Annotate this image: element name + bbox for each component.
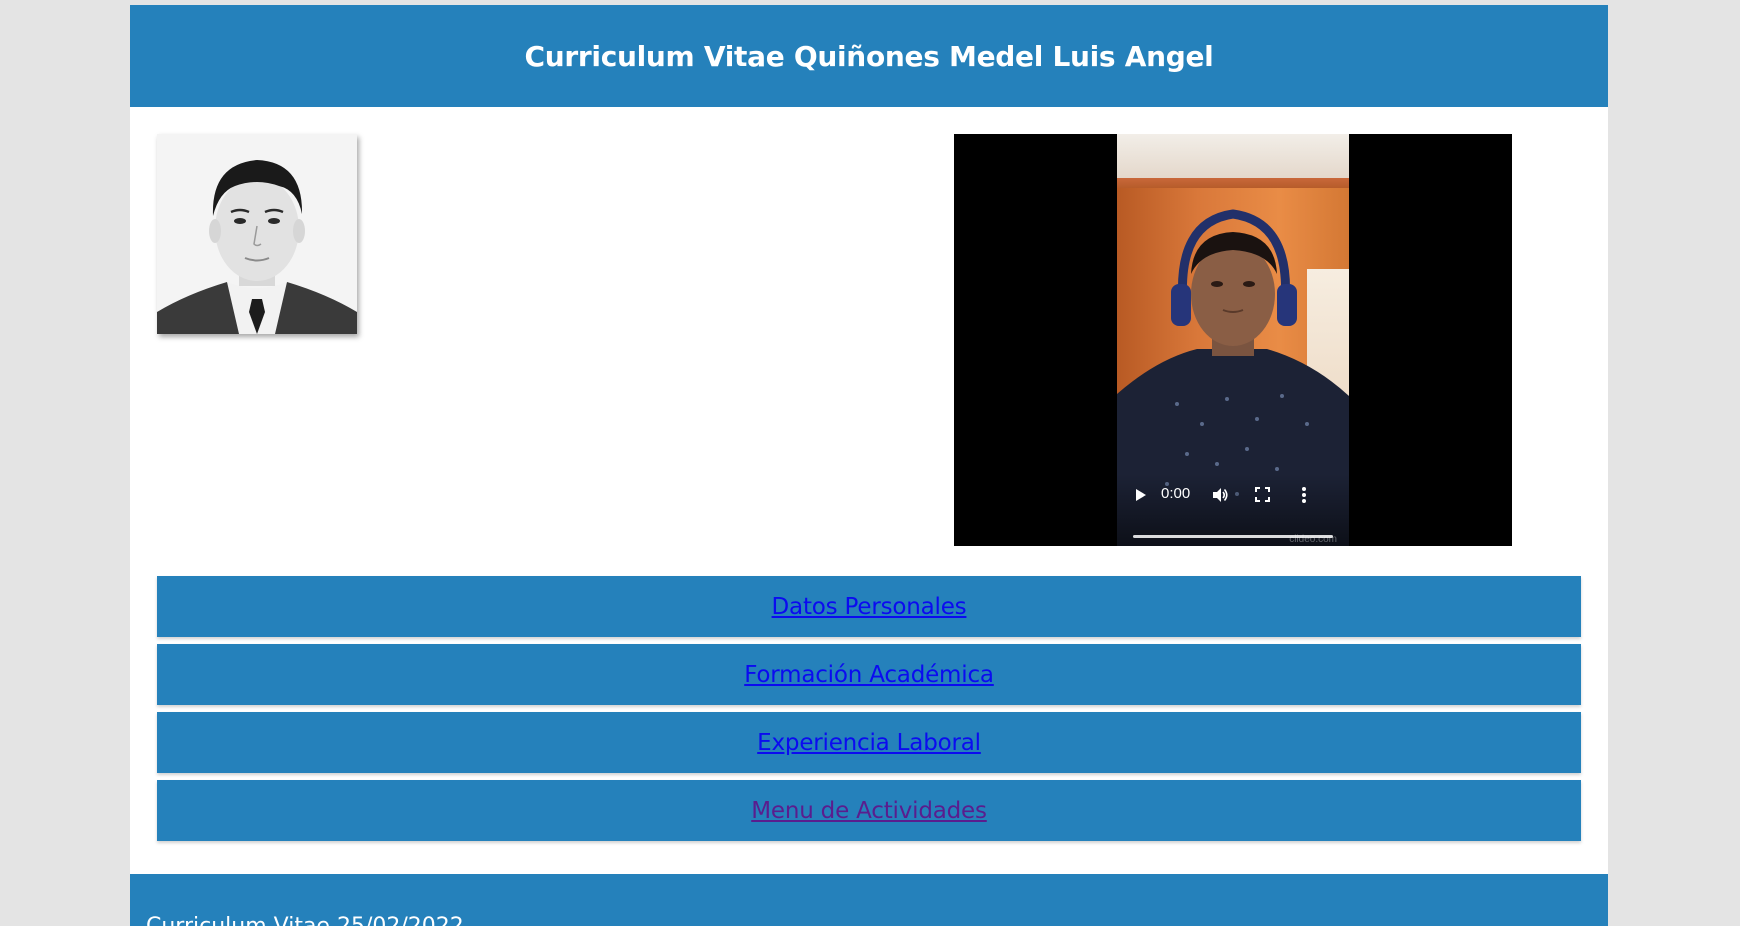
footer-text: Curriculum Vitae 25/02/2022 — [146, 914, 464, 926]
nav-link-menu-actividades[interactable]: Menu de Actividades — [751, 798, 987, 824]
nav-link-formacion-academica[interactable]: Formación Académica — [744, 662, 994, 688]
page-header: Curriculum Vitae Quiñones Medel Luis Ang… — [130, 5, 1608, 107]
nav-button-datos-personales[interactable]: Datos Personales — [157, 576, 1581, 637]
nav-button-experiencia-laboral[interactable]: Experiencia Laboral — [157, 712, 1581, 773]
video-watermark: clideo.com — [1289, 534, 1337, 545]
nav-button-menu-actividades[interactable]: Menu de Actividades — [157, 780, 1581, 841]
play-icon[interactable] — [1133, 488, 1147, 506]
profile-photo — [157, 134, 357, 334]
nav-link-experiencia-laboral[interactable]: Experiencia Laboral — [757, 730, 981, 756]
volume-icon[interactable] — [1211, 486, 1229, 508]
page: Curriculum Vitae Quiñones Medel Luis Ang… — [130, 5, 1608, 926]
video-player[interactable]: 0:00 clideo.com — [954, 134, 1512, 546]
page-footer: Curriculum Vitae 25/02/2022 — [130, 874, 1608, 926]
more-options-icon[interactable] — [1301, 486, 1307, 508]
video-time: 0:00 — [1161, 485, 1191, 502]
nav-button-formacion-academica[interactable]: Formación Académica — [157, 644, 1581, 705]
profile-photo-image — [157, 134, 357, 334]
page-title: Curriculum Vitae Quiñones Medel Luis Ang… — [524, 39, 1214, 73]
nav-link-datos-personales[interactable]: Datos Personales — [772, 594, 967, 620]
video-controls: 0:00 clideo.com — [1117, 474, 1349, 546]
fullscreen-icon[interactable] — [1255, 487, 1270, 506]
